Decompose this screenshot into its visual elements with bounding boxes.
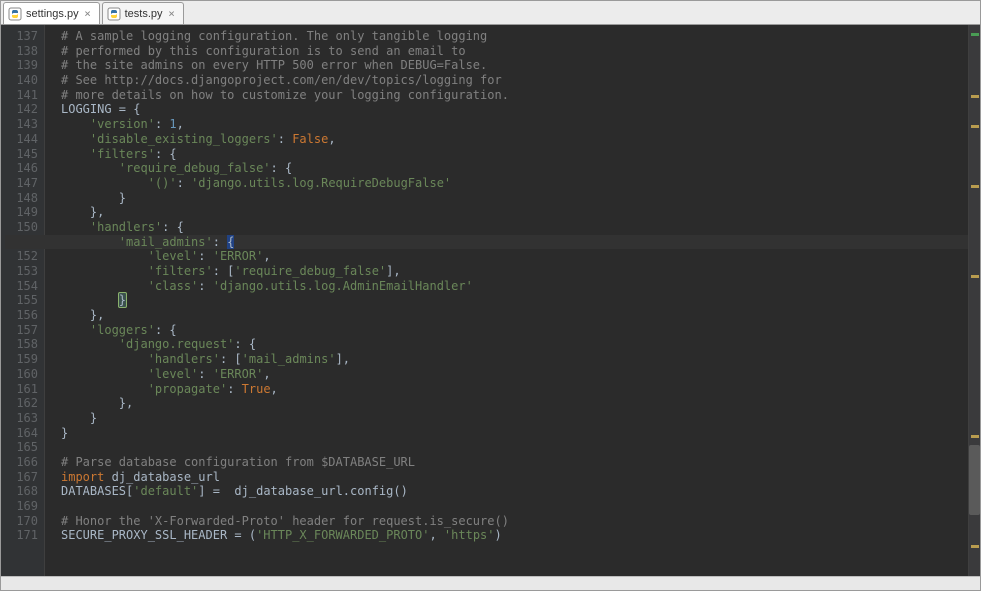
line-number[interactable]: 171 xyxy=(1,528,38,543)
code-line[interactable]: 'loggers': { xyxy=(61,323,968,338)
warning-marker[interactable] xyxy=(971,545,979,548)
code-line[interactable]: 'filters': ['require_debug_false'], xyxy=(61,264,968,279)
python-file-icon xyxy=(107,7,121,21)
tab-tests-py[interactable]: tests.py × xyxy=(102,2,184,24)
tab-label: tests.py xyxy=(125,8,163,20)
code-line[interactable]: # A sample logging configuration. The on… xyxy=(61,29,968,44)
tab-settings-py[interactable]: settings.py × xyxy=(3,2,100,24)
code-line[interactable]: # performed by this configuration is to … xyxy=(61,44,968,59)
line-number[interactable]: 140 xyxy=(1,73,38,88)
analysis-ok-marker[interactable] xyxy=(971,33,979,36)
line-number[interactable]: 162 xyxy=(1,396,38,411)
fold-strip[interactable] xyxy=(45,25,57,576)
line-number[interactable]: 169 xyxy=(1,499,38,514)
line-number[interactable]: 137 xyxy=(1,29,38,44)
code-line[interactable]: DATABASES['default'] = dj_database_url.c… xyxy=(61,484,968,499)
line-number[interactable]: 138 xyxy=(1,44,38,59)
code-line[interactable]: # the site admins on every HTTP 500 erro… xyxy=(61,58,968,73)
warning-marker[interactable] xyxy=(971,435,979,438)
line-number[interactable]: 166 xyxy=(1,455,38,470)
line-number[interactable]: 168 xyxy=(1,484,38,499)
code-line[interactable]: 'level': 'ERROR', xyxy=(61,367,968,382)
line-number[interactable]: 163 xyxy=(1,411,38,426)
code-line[interactable] xyxy=(61,499,968,514)
code-line[interactable]: import dj_database_url xyxy=(61,470,968,485)
line-number[interactable]: 145 xyxy=(1,147,38,162)
code-line[interactable]: } xyxy=(61,293,968,308)
warning-marker[interactable] xyxy=(971,95,979,98)
line-number[interactable]: 153 xyxy=(1,264,38,279)
line-number[interactable]: 139 xyxy=(1,58,38,73)
line-number[interactable]: 143 xyxy=(1,117,38,132)
code-line[interactable]: 'filters': { xyxy=(61,147,968,162)
line-number[interactable]: 159 xyxy=(1,352,38,367)
python-file-icon xyxy=(8,7,22,21)
code-line[interactable]: '()': 'django.utils.log.RequireDebugFals… xyxy=(61,176,968,191)
code-line[interactable]: }, xyxy=(61,396,968,411)
line-number[interactable]: 141 xyxy=(1,88,38,103)
close-icon[interactable]: × xyxy=(83,9,93,19)
line-number[interactable]: 161 xyxy=(1,382,38,397)
code-line[interactable]: } xyxy=(61,411,968,426)
close-icon[interactable]: × xyxy=(167,9,177,19)
code-line[interactable]: 'handlers': { xyxy=(61,220,968,235)
line-number[interactable]: 142 xyxy=(1,102,38,117)
code-line[interactable]: 'disable_existing_loggers': False, xyxy=(61,132,968,147)
line-number[interactable]: 152 xyxy=(1,249,38,264)
line-number[interactable]: 147 xyxy=(1,176,38,191)
editor-frame: settings.py × tests.py × 137138139140141142… xyxy=(0,0,981,591)
code-line[interactable]: # Honor the 'X-Forwarded-Proto' header f… xyxy=(61,514,968,529)
code-line[interactable]: 'class': 'django.utils.log.AdminEmailHan… xyxy=(61,279,968,294)
warning-marker[interactable] xyxy=(971,125,979,128)
line-number[interactable]: 164 xyxy=(1,426,38,441)
code-line[interactable]: 'django.request': { xyxy=(61,337,968,352)
code-line[interactable]: # See http://docs.djangoproject.com/en/d… xyxy=(61,73,968,88)
code-line[interactable] xyxy=(61,440,968,455)
line-number[interactable]: 157 xyxy=(1,323,38,338)
line-number[interactable]: 155 xyxy=(1,293,38,308)
code-line[interactable]: 'level': 'ERROR', xyxy=(61,249,968,264)
code-line[interactable]: SECURE_PROXY_SSL_HEADER = ('HTTP_X_FORWA… xyxy=(61,528,968,543)
line-number[interactable]: 150 xyxy=(1,220,38,235)
code-line[interactable]: 'version': 1, xyxy=(61,117,968,132)
line-number[interactable]: 165 xyxy=(1,440,38,455)
line-number[interactable]: 158 xyxy=(1,337,38,352)
code-line[interactable]: # more details on how to customize your … xyxy=(61,88,968,103)
code-line[interactable]: } xyxy=(61,426,968,441)
line-number[interactable]: 144 xyxy=(1,132,38,147)
code-line[interactable]: }, xyxy=(61,205,968,220)
code-area[interactable]: # A sample logging configuration. The on… xyxy=(57,25,968,576)
warning-marker[interactable] xyxy=(971,275,979,278)
code-line[interactable]: # Parse database configuration from $DAT… xyxy=(61,455,968,470)
warning-marker[interactable] xyxy=(971,185,979,188)
code-line[interactable]: 'propagate': True, xyxy=(61,382,968,397)
line-number-gutter[interactable]: 1371381391401411421431441451461471481491… xyxy=(1,25,45,576)
line-number[interactable]: 154 xyxy=(1,279,38,294)
code-line[interactable]: } xyxy=(61,191,968,206)
line-number[interactable]: 148 xyxy=(1,191,38,206)
code-line[interactable]: LOGGING = { xyxy=(61,102,968,117)
scrollbar-thumb[interactable] xyxy=(969,445,980,515)
code-line[interactable]: }, xyxy=(61,308,968,323)
tab-bar: settings.py × tests.py × xyxy=(1,1,980,25)
code-line[interactable]: 'handlers': ['mail_admins'], xyxy=(61,352,968,367)
line-number[interactable]: 167 xyxy=(1,470,38,485)
line-number[interactable]: 160 xyxy=(1,367,38,382)
status-bar xyxy=(1,576,980,590)
line-number[interactable]: 146 xyxy=(1,161,38,176)
code-line[interactable]: 'require_debug_false': { xyxy=(61,161,968,176)
tab-label: settings.py xyxy=(26,8,79,20)
line-number[interactable]: 149 xyxy=(1,205,38,220)
line-number[interactable]: 156 xyxy=(1,308,38,323)
code-line[interactable]: 'mail_admins': { xyxy=(61,235,968,250)
line-number[interactable]: 170 xyxy=(1,514,38,529)
editor-area: 1371381391401411421431441451461471481491… xyxy=(1,25,980,576)
marker-strip[interactable] xyxy=(968,25,980,576)
